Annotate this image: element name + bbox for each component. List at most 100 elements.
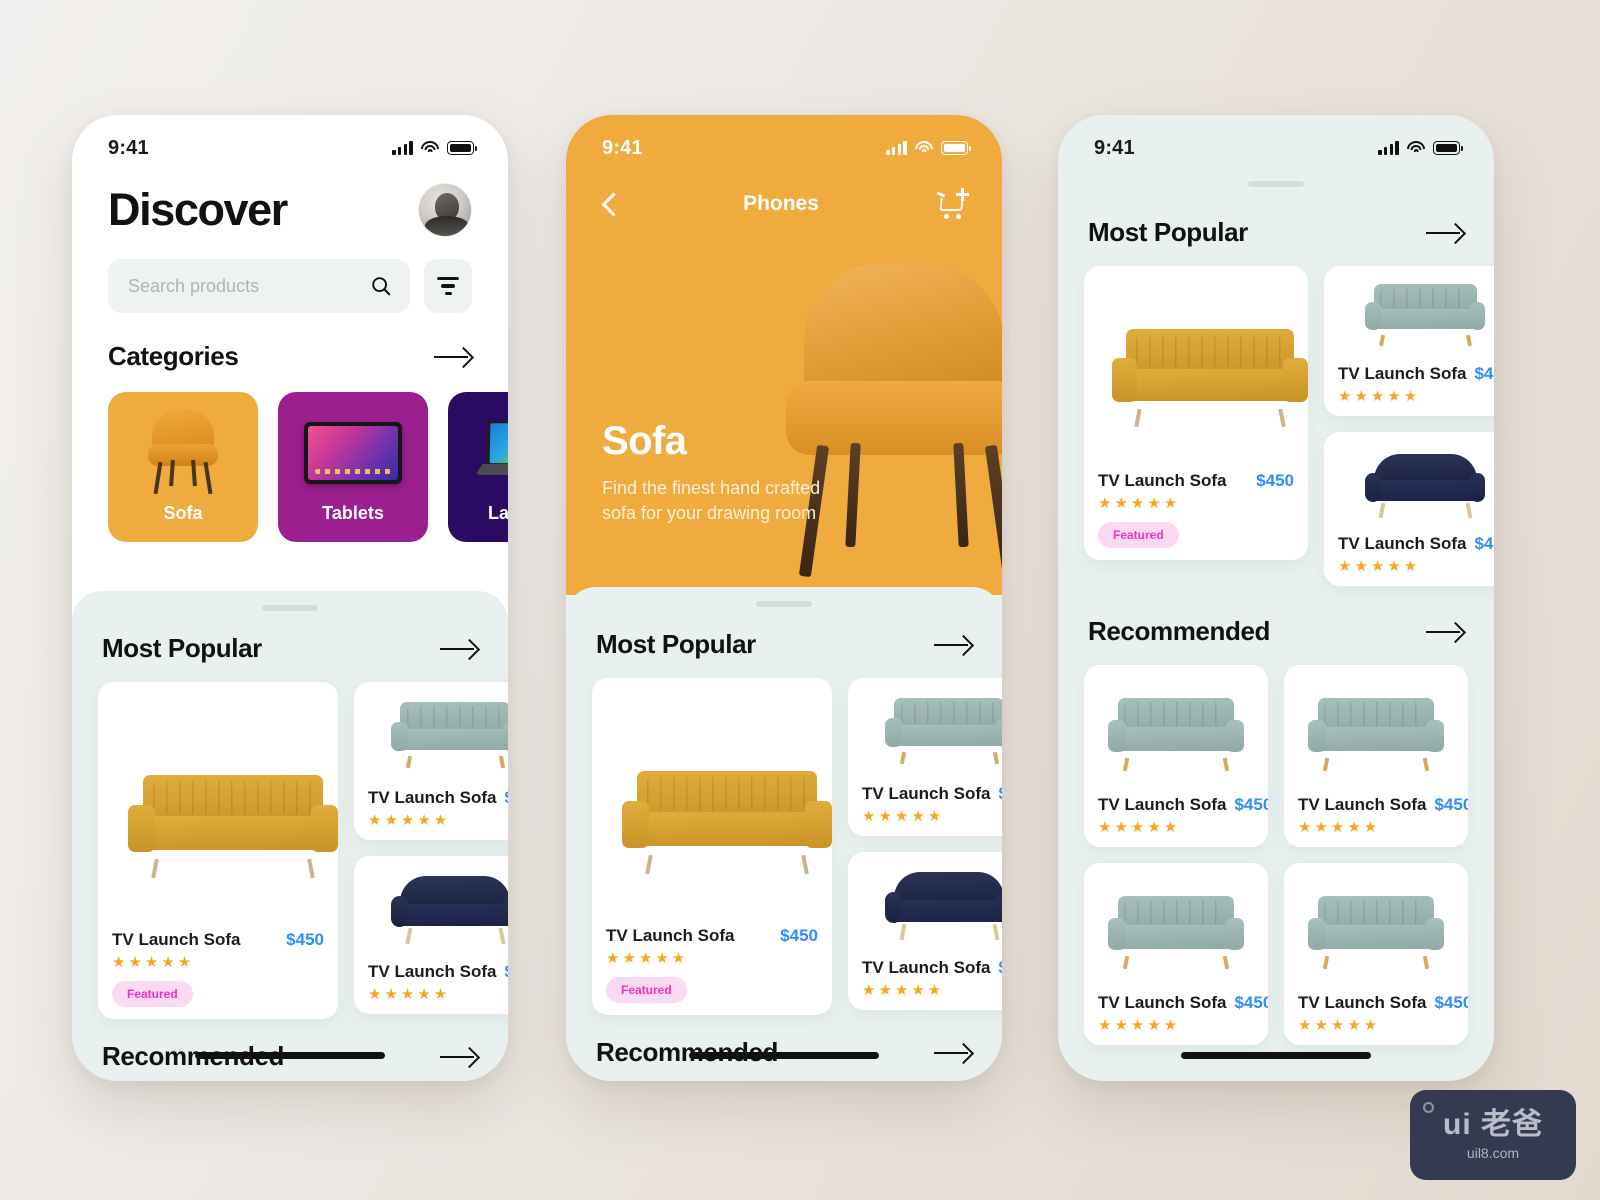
most-popular-cards: TV Launch Sofa $450 ★★★★★ Featured TV La…	[1058, 266, 1494, 586]
product-card[interactable]: TV Launch Sofa $450 ★★★★★	[1324, 266, 1494, 416]
filter-icon-bar-1	[437, 276, 459, 281]
phone-discover-screen: 9:41 Discover Categories	[72, 115, 508, 1081]
category-label: Sofa	[163, 503, 203, 523]
recommended-arrow-icon[interactable]	[934, 1043, 972, 1063]
categories-section-header: Categories	[72, 313, 508, 372]
rating-stars: ★★★★★	[1338, 388, 1421, 405]
filter-button[interactable]	[424, 259, 472, 313]
search-field[interactable]	[108, 259, 410, 313]
cellular-signal-icon	[886, 141, 907, 155]
product-price: $450	[1234, 993, 1268, 1012]
product-card[interactable]: TV Launch Sofa $450 ★★★★★	[848, 678, 1002, 836]
category-card-sofa[interactable]: Sofa	[108, 392, 258, 542]
battery-icon	[1433, 141, 1463, 155]
status-icons	[1378, 141, 1463, 155]
battery-icon	[447, 141, 477, 155]
discover-header: Discover	[72, 169, 508, 237]
product-name: TV Launch Sofa	[112, 930, 241, 949]
product-name: TV Launch Sofa	[1298, 993, 1427, 1012]
recommended-arrow-icon[interactable]	[440, 1047, 478, 1067]
filter-icon-bar-2	[441, 284, 455, 288]
most-popular-arrow-icon[interactable]	[934, 635, 972, 655]
recommended-header: Recommended	[1058, 586, 1494, 647]
product-price: $450	[1256, 471, 1294, 490]
product-image	[1284, 665, 1468, 785]
home-indicator[interactable]	[195, 1052, 385, 1059]
phone-category-detail-screen: 9:41 Phones Sofa Find the finest hand cr…	[566, 115, 1002, 1081]
recommended-header: Recommended	[566, 1015, 1002, 1068]
recommended-header: Recommended	[72, 1019, 508, 1072]
rating-stars: ★★★★★	[1298, 819, 1381, 836]
recommended-arrow-icon[interactable]	[1426, 622, 1464, 642]
category-card-laptops[interactable]: Laptops	[448, 392, 508, 542]
product-name: TV Launch Sofa	[368, 788, 497, 807]
product-name: TV Launch Sofa	[1338, 534, 1467, 553]
product-card[interactable]: TV Launch Sofa $450 ★★★★★	[1284, 665, 1468, 847]
status-badge: Featured	[606, 977, 687, 1003]
most-popular-header: Most Popular	[1058, 187, 1494, 248]
filter-icon-bar-3	[444, 291, 452, 296]
page-title: Discover	[108, 184, 288, 235]
category-label: Laptops	[488, 503, 508, 523]
product-image	[1084, 266, 1308, 461]
product-card[interactable]: TV Launch Sofa $450 ★★★★★	[1284, 863, 1468, 1045]
wifi-icon	[421, 141, 439, 155]
product-price: $450	[998, 958, 1002, 978]
product-card[interactable]: TV Launch Sofa $450 ★★★★★ Featured	[1084, 266, 1308, 560]
product-image	[848, 678, 1002, 774]
status-time: 9:41	[1094, 136, 1135, 159]
hero-banner: 9:41 Phones Sofa Find the finest hand cr…	[566, 115, 1002, 595]
product-card[interactable]: TV Launch Sofa $450 ★★★★★	[1084, 665, 1268, 847]
back-icon[interactable]	[598, 191, 624, 217]
status-time: 9:41	[602, 136, 643, 159]
product-card[interactable]: TV Launch Sofa $450 ★★★★★ Featured	[592, 678, 832, 1015]
card-column-left: TV Launch Sofa $450 ★★★★★ Featured	[1084, 266, 1308, 586]
avatar[interactable]	[418, 183, 472, 237]
categories-list[interactable]: Sofa Tablets Laptops	[72, 392, 508, 542]
product-image	[1084, 665, 1268, 785]
product-image	[1324, 266, 1494, 354]
product-card[interactable]: TV Launch Sofa $450 ★★★★★	[354, 856, 508, 1014]
product-card[interactable]: TV Launch Sofa $450 ★★★★★	[1324, 432, 1494, 586]
most-popular-title: Most Popular	[596, 629, 756, 659]
product-name: TV Launch Sofa	[862, 958, 991, 977]
category-card-tablets[interactable]: Tablets	[278, 392, 428, 542]
product-image	[848, 852, 1002, 948]
product-price: $450	[1474, 534, 1494, 553]
most-popular-header: Most Popular	[566, 607, 1002, 660]
product-card[interactable]: TV Launch Sofa $450 ★★★★★	[848, 852, 1002, 1010]
product-image	[592, 678, 832, 916]
wifi-icon	[1407, 141, 1425, 155]
product-price: $450	[1434, 993, 1468, 1012]
product-name: TV Launch Sofa	[606, 926, 735, 945]
card-column-right: TV Launch Sofa $450 ★★★★★	[354, 682, 508, 1019]
product-image	[354, 682, 508, 778]
product-name: TV Launch Sofa	[1338, 364, 1467, 383]
watermark-dot-icon	[1423, 1102, 1434, 1113]
product-card[interactable]: TV Launch Sofa $450 ★★★★★	[1084, 863, 1268, 1045]
most-popular-arrow-icon[interactable]	[1426, 223, 1464, 243]
product-price: $450	[504, 788, 508, 808]
product-card[interactable]: TV Launch Sofa $450 ★★★★★ Featured	[98, 682, 338, 1019]
hero-copy: Sofa Find the finest hand crafted sofa f…	[566, 419, 888, 525]
search-icon	[372, 277, 391, 296]
home-indicator[interactable]	[1181, 1052, 1371, 1059]
most-popular-title: Most Popular	[1088, 217, 1248, 247]
home-indicator[interactable]	[689, 1052, 879, 1059]
most-popular-title: Most Popular	[102, 633, 262, 663]
product-price: $450	[1474, 364, 1494, 383]
add-to-cart-icon[interactable]	[936, 188, 970, 219]
popular-sheet: Most Popular TV Launch Sofa $450 ★★★★★ F…	[72, 591, 508, 1081]
watermark-logo: ui 老爸	[1443, 1107, 1543, 1141]
cellular-signal-icon	[1378, 141, 1399, 155]
search-input[interactable]	[128, 275, 360, 297]
watermark: ui 老爸 uil8.com	[1410, 1090, 1576, 1180]
most-popular-cards: TV Launch Sofa $450 ★★★★★ Featured TV La…	[566, 678, 1002, 1015]
rating-stars: ★★★★★	[862, 808, 945, 825]
status-time: 9:41	[108, 136, 149, 159]
most-popular-arrow-icon[interactable]	[440, 639, 478, 659]
product-card[interactable]: TV Launch Sofa $450 ★★★★★	[354, 682, 508, 840]
rating-stars: ★★★★★	[112, 954, 195, 971]
categories-arrow-icon[interactable]	[434, 347, 472, 367]
card-column-right: TV Launch Sofa $450 ★★★★★ TV Launch Sofa	[1324, 266, 1494, 586]
